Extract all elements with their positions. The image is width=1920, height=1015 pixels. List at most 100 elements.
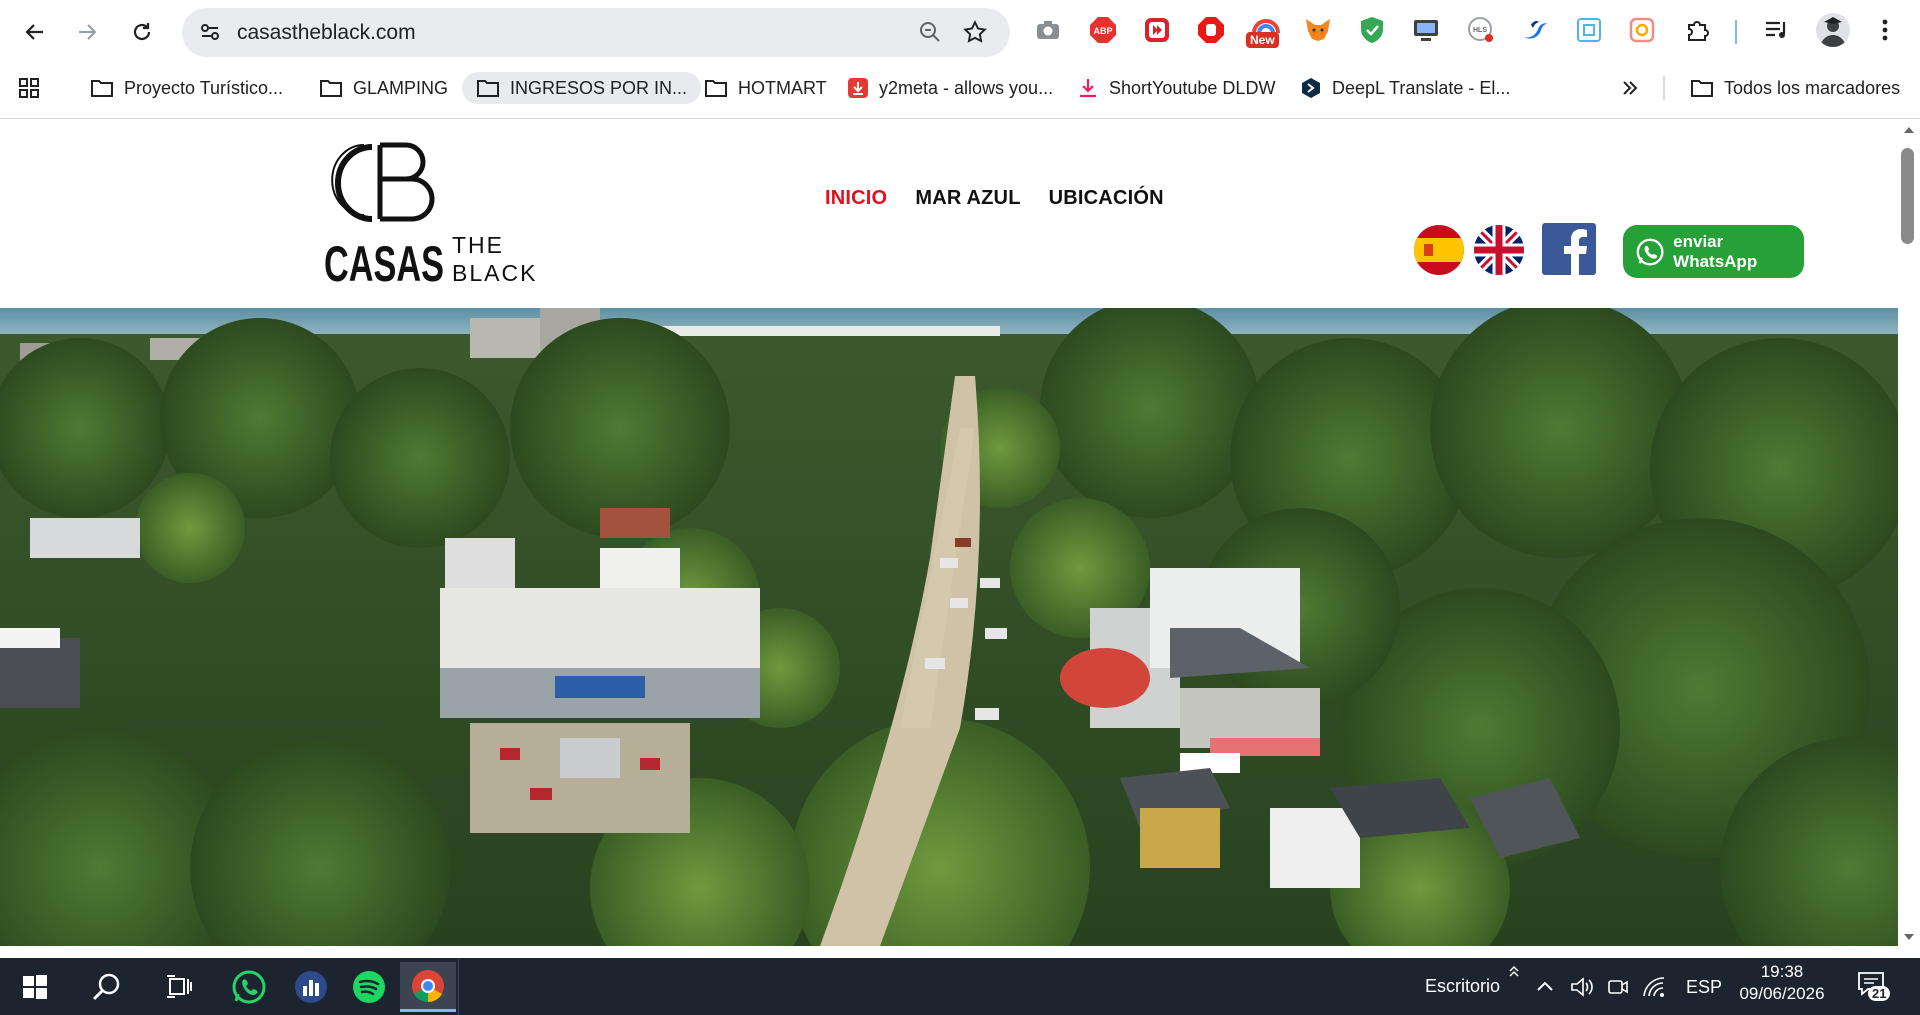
scroll-up-arrow-icon[interactable] bbox=[1898, 123, 1920, 137]
camera-privacy-icon[interactable] bbox=[1607, 976, 1629, 998]
bookmark-star-icon[interactable] bbox=[962, 19, 988, 45]
toolbar-divider bbox=[1735, 20, 1737, 44]
bookmark-ingresos[interactable]: INGRESOS POR IN... bbox=[462, 72, 702, 104]
folder-icon bbox=[477, 80, 499, 97]
bookmark-label: INGRESOS POR IN... bbox=[510, 77, 688, 98]
windows-taskbar: Escritorio ESP 19:38 09/06/2026 21 bbox=[0, 958, 1920, 1015]
aerial-photo-illustration bbox=[0, 308, 1898, 946]
translate-extension-icon[interactable] bbox=[1574, 15, 1604, 45]
apps-grid-icon bbox=[19, 78, 39, 98]
bookmark-deepl[interactable]: DeepL Translate - El... bbox=[1300, 72, 1510, 104]
nav-inicio[interactable]: INICIO bbox=[825, 187, 887, 210]
clock[interactable]: 19:38 09/06/2026 bbox=[1736, 962, 1828, 1004]
bookmarks-bar: Proyecto Turístico... GLAMPING INGRESOS … bbox=[0, 72, 1920, 104]
spanish-flag-button[interactable] bbox=[1414, 225, 1464, 275]
scroll-down-arrow-icon[interactable] bbox=[1898, 930, 1920, 944]
whatsapp-button[interactable]: enviar WhatsApp bbox=[1623, 225, 1804, 278]
apps-grid-button[interactable] bbox=[18, 72, 40, 104]
window-bottom-edge bbox=[0, 946, 1920, 958]
nav-ubicacion[interactable]: UBICACIÓN bbox=[1049, 187, 1164, 210]
web-page: CASAS THE BLACK INICIO MAR AZUL UBICACIÓ… bbox=[0, 119, 1898, 946]
facebook-button[interactable] bbox=[1542, 223, 1596, 275]
url-text[interactable]: casastheblack.com bbox=[237, 21, 416, 45]
media-control-icon[interactable] bbox=[1762, 15, 1792, 45]
extensions-puzzle-icon[interactable] bbox=[1682, 15, 1712, 45]
all-bookmarks-label: Todos los marcadores bbox=[1724, 77, 1901, 98]
reload-button[interactable] bbox=[124, 14, 160, 50]
adblock-plus-icon[interactable]: ABP bbox=[1088, 15, 1118, 45]
clock-date: 09/06/2026 bbox=[1739, 984, 1825, 1003]
clock-time: 19:38 bbox=[1760, 962, 1804, 981]
spotify-icon bbox=[353, 971, 385, 1003]
bar-chart-app-icon bbox=[295, 971, 327, 1003]
back-button[interactable] bbox=[17, 14, 53, 50]
bookmark-label: DeepL Translate - El... bbox=[1332, 77, 1511, 98]
more-bookmarks-button[interactable] bbox=[1620, 72, 1640, 104]
folder-icon bbox=[1691, 80, 1713, 97]
facebook-icon bbox=[1542, 223, 1596, 275]
start-button[interactable] bbox=[14, 966, 56, 1008]
download-icon bbox=[1080, 79, 1096, 98]
all-bookmarks-button[interactable]: Todos los marcadores bbox=[1690, 72, 1900, 104]
nav-mar-azul[interactable]: MAR AZUL bbox=[915, 187, 1020, 210]
volume-icon[interactable] bbox=[1570, 976, 1594, 998]
analytics-taskbar-app[interactable] bbox=[290, 966, 332, 1008]
bookmark-proyecto[interactable]: Proyecto Turístico... bbox=[90, 72, 283, 104]
language-indicator[interactable]: ESP bbox=[1686, 977, 1722, 998]
stop-hand-extension-icon[interactable] bbox=[1196, 15, 1226, 45]
casas-the-black-logo: CASAS THE BLACK bbox=[324, 142, 535, 292]
shield-check-icon[interactable] bbox=[1357, 15, 1387, 45]
profile-avatar[interactable] bbox=[1816, 13, 1850, 47]
search-button[interactable] bbox=[86, 966, 128, 1008]
address-bar[interactable]: casastheblack.com bbox=[182, 8, 1010, 57]
bookmark-label: y2meta - allows you... bbox=[879, 77, 1054, 98]
browser-chrome: casastheblack.com ABP New HLS Proyecto T… bbox=[0, 0, 1920, 119]
site-settings-icon[interactable] bbox=[198, 20, 222, 44]
zoom-icon[interactable] bbox=[918, 20, 942, 44]
forward-button[interactable] bbox=[69, 14, 105, 50]
bookmark-label: ShortYoutube DLDW bbox=[1109, 77, 1276, 98]
desktop-toolbar-label[interactable]: Escritorio bbox=[1425, 976, 1500, 997]
toolbar-expand-icon[interactable] bbox=[1508, 964, 1522, 978]
bookmark-shortyoutube[interactable]: ShortYoutube DLDW bbox=[1077, 72, 1275, 104]
wifi-icon[interactable] bbox=[1642, 976, 1666, 998]
more-vert-icon bbox=[1882, 19, 1888, 41]
spain-flag-icon bbox=[1414, 225, 1464, 275]
new-badge-extension-icon[interactable]: New bbox=[1246, 15, 1286, 48]
bookmark-y2meta[interactable]: y2meta - allows you... bbox=[847, 72, 1053, 104]
whatsapp-label: enviar WhatsApp bbox=[1673, 231, 1758, 271]
task-view-icon bbox=[167, 975, 192, 998]
whatsapp-icon bbox=[1636, 238, 1664, 265]
chrome-taskbar-app[interactable] bbox=[400, 962, 456, 1012]
bookmark-label: HOTMART bbox=[738, 77, 827, 98]
taskbar-separator bbox=[458, 958, 459, 1015]
bookmark-label: GLAMPING bbox=[353, 77, 449, 98]
hls-extension-icon[interactable]: HLS bbox=[1466, 15, 1496, 45]
hls-label: HLS bbox=[1473, 27, 1487, 34]
monitor-extension-icon[interactable] bbox=[1411, 15, 1441, 45]
chrome-menu-button[interactable] bbox=[1870, 15, 1900, 45]
spotify-taskbar-app[interactable] bbox=[348, 966, 390, 1008]
gradient-extension-icon[interactable] bbox=[1627, 15, 1657, 45]
chevron-up-icon[interactable] bbox=[1535, 977, 1555, 997]
bird-extension-icon[interactable] bbox=[1520, 15, 1550, 45]
hero-aerial-image bbox=[0, 308, 1898, 946]
bookmark-glamping[interactable]: GLAMPING bbox=[319, 72, 448, 104]
metamask-fox-icon[interactable] bbox=[1303, 15, 1333, 45]
english-flag-button[interactable] bbox=[1474, 225, 1524, 275]
logo-word-casas: CASAS bbox=[324, 236, 444, 285]
site-logo[interactable]: CASAS THE BLACK bbox=[320, 135, 540, 292]
media-extension-icon[interactable] bbox=[1142, 15, 1172, 45]
logo-word-the: THE bbox=[452, 232, 504, 258]
camera-extension-icon[interactable] bbox=[1033, 15, 1063, 45]
scrollbar-thumb[interactable] bbox=[1901, 148, 1914, 244]
bookmark-hotmart[interactable]: HOTMART bbox=[704, 72, 827, 104]
whatsapp-taskbar-app[interactable] bbox=[228, 966, 270, 1008]
task-view-button[interactable] bbox=[158, 966, 200, 1008]
notifications-button[interactable]: 21 bbox=[1856, 970, 1892, 1006]
bookmarks-divider bbox=[1663, 76, 1665, 100]
whatsapp-app-icon bbox=[232, 970, 266, 1004]
folder-icon bbox=[320, 80, 342, 97]
folder-icon bbox=[705, 80, 727, 97]
bookmark-label: Proyecto Turístico... bbox=[124, 77, 284, 98]
